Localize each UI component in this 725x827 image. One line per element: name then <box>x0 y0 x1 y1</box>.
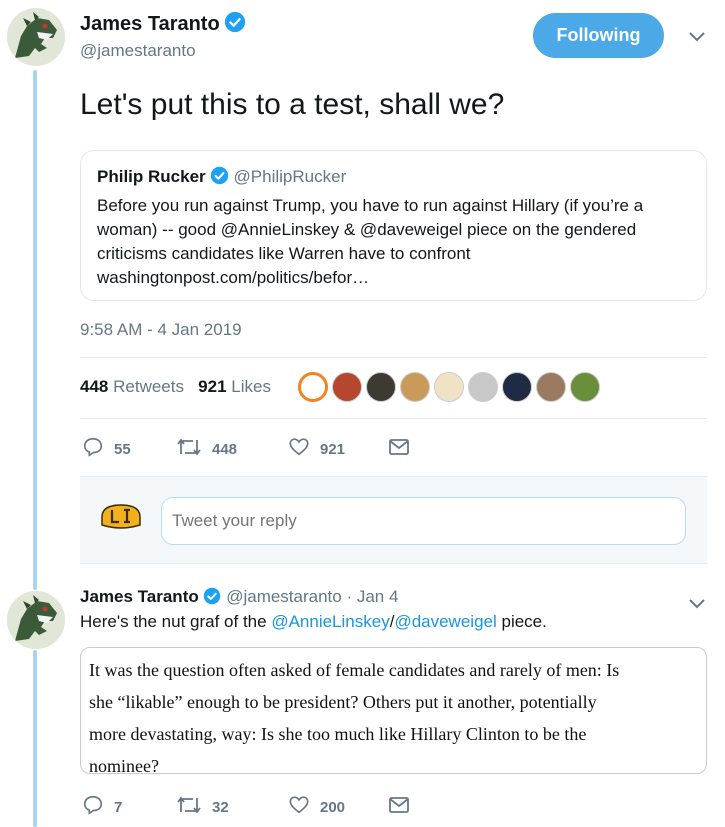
image-text-line: more devastating, way: Is she too much l… <box>89 724 587 744</box>
thread-line <box>33 70 37 590</box>
quoted-tweet-text: Before you run against Trump, you have t… <box>97 194 690 290</box>
liker-avatar[interactable] <box>502 372 532 402</box>
retweet-icon <box>176 436 202 462</box>
quoted-tweet[interactable]: Philip Rucker @PhilipRucker Before you r… <box>80 150 707 301</box>
dm-button[interactable] <box>388 795 410 819</box>
chevron-down-icon[interactable] <box>688 597 706 615</box>
tweet2-text-prefix: Here's the nut graf of the <box>80 612 272 631</box>
image-text-line: nominee? <box>89 756 159 776</box>
reply-icon <box>82 436 104 462</box>
quoted-text-line: Before you run against Trump, you have t… <box>97 196 644 215</box>
tweet-image[interactable]: It was the question often asked of femal… <box>80 647 707 776</box>
divider <box>80 357 707 358</box>
tweet2-actions: 7 32 200 <box>82 794 410 820</box>
image-text-line: It was the question often asked of femal… <box>89 660 620 680</box>
heart-icon <box>288 794 310 820</box>
dm-envelope-icon <box>388 795 410 819</box>
retweet-count: 448 <box>212 440 238 458</box>
liker-avatar[interactable] <box>298 372 328 402</box>
quoted-text-line: washingtonpost.com/politics/befor… <box>97 268 370 287</box>
like-button[interactable]: 200 <box>288 794 388 820</box>
reply-icon <box>82 794 104 820</box>
tweet2-text-suffix: piece. <box>496 612 547 631</box>
author-handle[interactable]: @jamestaranto <box>226 587 342 606</box>
quoted-text-line: woman) -- good @AnnieLinskey & @daveweig… <box>97 220 637 239</box>
author-name[interactable]: James Taranto <box>80 13 220 35</box>
timestamp[interactable]: 9:58 AM - 4 Jan 2019 <box>80 320 242 340</box>
following-button[interactable]: Following <box>533 13 664 58</box>
tweet2-header: James Taranto @jamestaranto · Jan 4 <box>80 587 398 610</box>
retweet-button[interactable]: 448 <box>176 436 288 462</box>
user-avatar[interactable] <box>100 503 142 529</box>
likers-avatars <box>298 372 604 402</box>
reply-count: 7 <box>114 798 123 816</box>
tweet-date[interactable]: · Jan 4 <box>346 587 398 606</box>
avatar[interactable] <box>7 8 65 66</box>
verified-badge-icon <box>203 587 221 610</box>
tweet2-text: Here's the nut graf of the @AnnieLinskey… <box>80 612 547 632</box>
image-text-line: she “likable” enough to be president? Ot… <box>89 692 597 712</box>
verified-badge-icon <box>224 11 246 38</box>
like-count: 200 <box>320 798 346 816</box>
likes-label[interactable]: Likes <box>231 377 271 396</box>
reply-count: 55 <box>114 440 131 458</box>
author-name[interactable]: James Taranto <box>80 587 199 606</box>
liker-avatar[interactable] <box>468 372 498 402</box>
avatar[interactable] <box>7 591 65 649</box>
tweet-actions: 55 448 921 <box>82 436 410 462</box>
reply-input[interactable] <box>161 497 686 545</box>
dm-envelope-icon <box>388 437 410 461</box>
reply-button[interactable]: 7 <box>82 794 176 820</box>
liker-avatar[interactable] <box>400 372 430 402</box>
quoted-author-name: Philip Rucker <box>97 167 206 186</box>
liker-avatar[interactable] <box>570 372 600 402</box>
liker-avatar[interactable] <box>332 372 362 402</box>
mention-link[interactable]: @AnnieLinskey <box>271 612 389 631</box>
mention-link[interactable]: @daveweigel <box>394 612 496 631</box>
like-button[interactable]: 921 <box>288 436 388 462</box>
reply-button[interactable]: 55 <box>82 436 176 462</box>
retweet-count: 32 <box>212 798 229 816</box>
verified-badge-icon <box>210 166 229 190</box>
author-handle[interactable]: @jamestaranto <box>80 41 196 61</box>
quoted-author-handle: @PhilipRucker <box>233 167 347 186</box>
retweets-label[interactable]: Retweets <box>113 377 184 396</box>
heart-icon <box>288 436 310 462</box>
like-count: 921 <box>320 440 346 458</box>
chevron-down-icon[interactable] <box>688 30 706 48</box>
retweets-count[interactable]: 448 <box>80 377 108 396</box>
divider <box>80 418 707 419</box>
liker-avatar[interactable] <box>366 372 396 402</box>
retweet-icon <box>176 794 202 820</box>
liker-avatar[interactable] <box>434 372 464 402</box>
thread-line <box>33 650 37 827</box>
liker-avatar[interactable] <box>536 372 566 402</box>
likes-count[interactable]: 921 <box>198 377 226 396</box>
reply-composer <box>80 476 707 564</box>
dm-button[interactable] <box>388 437 410 461</box>
quoted-text-line: criticisms candidates like Warren have t… <box>97 244 471 263</box>
retweet-button[interactable]: 32 <box>176 794 288 820</box>
tweet-text: Let's put this to a test, shall we? <box>80 88 505 121</box>
engagement-stats: 448 Retweets 921 Likes <box>80 377 271 397</box>
